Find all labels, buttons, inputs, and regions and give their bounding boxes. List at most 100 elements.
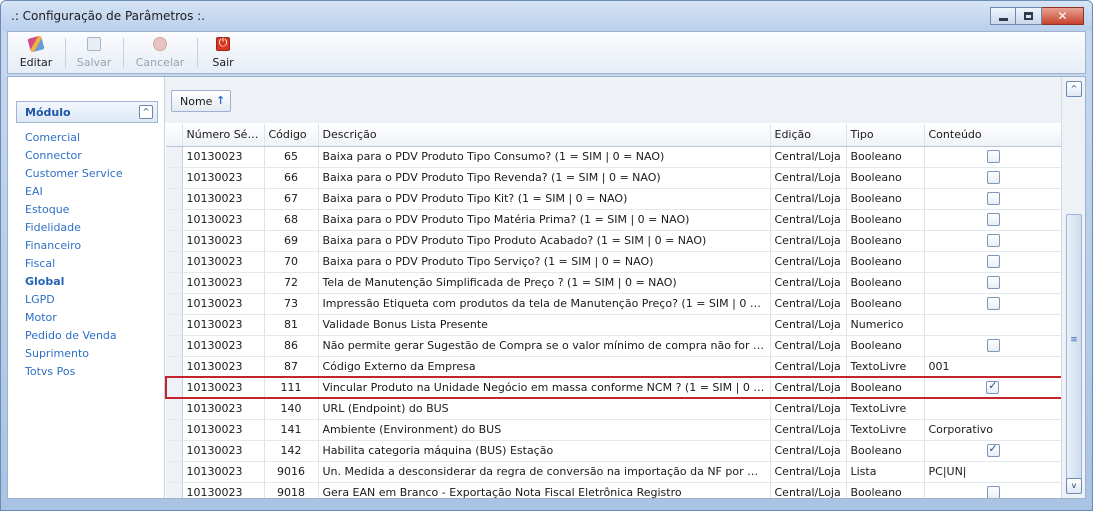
module-item-comercial[interactable]: Comercial <box>25 129 160 147</box>
cell-descricao: Gera EAN em Branco - Exportação Nota Fis… <box>318 482 771 498</box>
cell-conteudo[interactable]: 001 <box>924 356 1061 378</box>
module-item-estoque[interactable]: Estoque <box>25 201 160 219</box>
window-title: .: Configuração de Parâmetros :. <box>11 9 206 23</box>
module-item-motor[interactable]: Motor <box>25 309 160 327</box>
cancel-button[interactable]: Cancelar <box>130 34 190 72</box>
table-row[interactable]: 10130023 66 Baixa para o PDV Produto Tipo … <box>166 167 1061 189</box>
cell-tipo: Booleano <box>846 230 925 252</box>
cell-tipo: TextoLivre <box>846 356 925 378</box>
checkbox[interactable] <box>986 339 1000 353</box>
checked-checkbox[interactable] <box>986 379 1000 395</box>
edit-label: Editar <box>19 56 53 69</box>
cell-edicao: Central/Loja <box>770 419 847 441</box>
checkbox[interactable] <box>986 234 1000 248</box>
table-row[interactable]: 10130023 141 Ambiente (Environment) do BUS… <box>166 419 1061 441</box>
module-item-global[interactable]: Global <box>25 273 160 291</box>
checkbox[interactable] <box>986 192 1000 206</box>
cell-conteudo <box>924 440 1061 462</box>
table-row[interactable]: 10130023 65 Baixa para o PDV Produto Tipo … <box>166 146 1061 168</box>
cell-descricao: Vincular Produto na Unidade Negócio em m… <box>318 376 771 399</box>
close-button[interactable]: ✕ <box>1042 7 1084 25</box>
exit-icon <box>216 36 230 51</box>
column-header-serie[interactable]: Número Série <box>182 124 265 147</box>
collapse-button[interactable]: ^ <box>139 105 153 119</box>
cell-edicao: Central/Loja <box>770 167 847 189</box>
cell-tipo: Booleano <box>846 335 925 357</box>
table-row[interactable]: 10130023 69 Baixa para o PDV Produto Tipo … <box>166 230 1061 252</box>
exit-button[interactable]: Sair <box>206 34 240 72</box>
module-item-fidelidade[interactable]: Fidelidade <box>25 219 160 237</box>
table-row[interactable]: 10130023 68 Baixa para o PDV Produto Tipo … <box>166 209 1061 231</box>
checkbox[interactable] <box>986 171 1000 185</box>
title-bar[interactable]: .: Configuração de Parâmetros :. ✕ <box>1 1 1092 31</box>
scroll-thumb[interactable] <box>1066 214 1082 480</box>
module-item-eai[interactable]: EAI <box>25 183 160 201</box>
checkbox[interactable] <box>986 276 1000 290</box>
cell-descricao: Impressão Etiqueta com produtos da tela … <box>318 293 771 315</box>
cell-codigo: 66 <box>264 167 319 189</box>
cell-tipo: Booleano <box>846 482 925 498</box>
cell-codigo: 81 <box>264 314 319 336</box>
row-indicator <box>166 314 183 336</box>
grid-header-row: Número Série Código Descrição Edição Tip… <box>166 124 1061 147</box>
table-row[interactable]: 10130023 87 Código Externo da Empresa Centr… <box>166 356 1061 378</box>
cell-tipo: Booleano <box>846 376 925 399</box>
module-item-suprimento[interactable]: Suprimento <box>25 345 160 363</box>
sort-by-name-button[interactable]: Nome ↑ <box>171 90 231 112</box>
save-button[interactable]: Salvar <box>72 34 116 72</box>
module-item-financeiro[interactable]: Financeiro <box>25 237 160 255</box>
cell-codigo: 86 <box>264 335 319 357</box>
checkbox[interactable] <box>986 213 1000 227</box>
table-row[interactable]: 10130023 70 Baixa para o PDV Produto Tipo … <box>166 251 1061 273</box>
module-item-customer-service[interactable]: Customer Service <box>25 165 160 183</box>
column-header-codigo[interactable]: Código <box>264 124 319 147</box>
module-header[interactable]: Módulo ^ <box>16 101 158 123</box>
checkbox[interactable] <box>986 486 1000 498</box>
column-header-descricao[interactable]: Descrição <box>318 124 771 147</box>
checkbox[interactable] <box>986 297 1000 311</box>
module-item-lgpd[interactable]: LGPD <box>25 291 160 309</box>
table-row[interactable]: 10130023 9018 Gera EAN em Branco - Exporta… <box>166 482 1061 498</box>
cell-conteudo <box>924 146 1061 168</box>
module-item-fiscal[interactable]: Fiscal <box>25 255 160 273</box>
cell-serie: 10130023 <box>182 398 265 420</box>
cell-conteudo[interactable]: PC|UN| <box>924 461 1061 483</box>
table-row[interactable]: 10130023 111 Vincular Produto na Unidade N… <box>165 376 1061 399</box>
maximize-button[interactable] <box>1016 7 1042 25</box>
table-row[interactable]: 10130023 73 Impressão Etiqueta com produto… <box>166 293 1061 315</box>
cell-edicao: Central/Loja <box>770 230 847 252</box>
module-item-pedido-de-venda[interactable]: Pedido de Venda <box>25 327 160 345</box>
table-row[interactable]: 10130023 67 Baixa para o PDV Produto Tipo … <box>166 188 1061 210</box>
window-controls: ✕ <box>990 7 1084 25</box>
parameters-grid: Número Série Código Descrição Edição Tip… <box>165 124 1061 498</box>
scroll-up-icon[interactable]: ^ <box>1066 81 1082 97</box>
table-row[interactable]: 10130023 140 URL (Endpoint) do BUS Central/… <box>166 398 1061 420</box>
cell-serie: 10130023 <box>182 440 265 462</box>
cell-edicao: Central/Loja <box>770 146 847 168</box>
cell-edicao: Central/Loja <box>770 272 847 294</box>
table-row[interactable]: 10130023 9016 Un. Medida a desconsiderar d… <box>166 461 1061 483</box>
cell-conteudo[interactable] <box>924 398 1061 420</box>
scroll-down-icon[interactable]: v <box>1066 478 1082 494</box>
cancel-label: Cancelar <box>135 56 185 69</box>
table-row[interactable]: 10130023 86 Não permite gerar Sugestão de … <box>166 335 1061 357</box>
module-item-totvs-pos[interactable]: Totvs Pos <box>25 363 160 381</box>
cell-serie: 10130023 <box>182 482 265 498</box>
checkbox[interactable] <box>986 150 1000 164</box>
minimize-button[interactable] <box>990 7 1016 25</box>
cell-tipo: Numerico <box>846 314 925 336</box>
column-header-tipo[interactable]: Tipo <box>846 124 925 147</box>
table-row[interactable]: 10130023 72 Tela de Manutenção Simplificad… <box>166 272 1061 294</box>
table-row[interactable]: 10130023 142 Habilita categoria máquina (B… <box>166 440 1061 462</box>
module-item-connector[interactable]: Connector <box>25 147 160 165</box>
vertical-scrollbar[interactable]: ^ v <box>1061 77 1085 498</box>
cell-conteudo[interactable] <box>924 314 1061 336</box>
cell-conteudo[interactable]: Corporativo <box>924 419 1061 441</box>
checked-checkbox[interactable] <box>986 442 1000 458</box>
column-header-edicao[interactable]: Edição <box>770 124 847 147</box>
edit-button[interactable]: Editar <box>14 34 58 72</box>
table-row[interactable]: 10130023 81 Validade Bonus Lista Presente C… <box>166 314 1061 336</box>
checkbox[interactable] <box>986 255 1000 269</box>
column-header-conteudo[interactable]: Conteúdo <box>924 124 1061 147</box>
cell-conteudo <box>924 272 1061 294</box>
